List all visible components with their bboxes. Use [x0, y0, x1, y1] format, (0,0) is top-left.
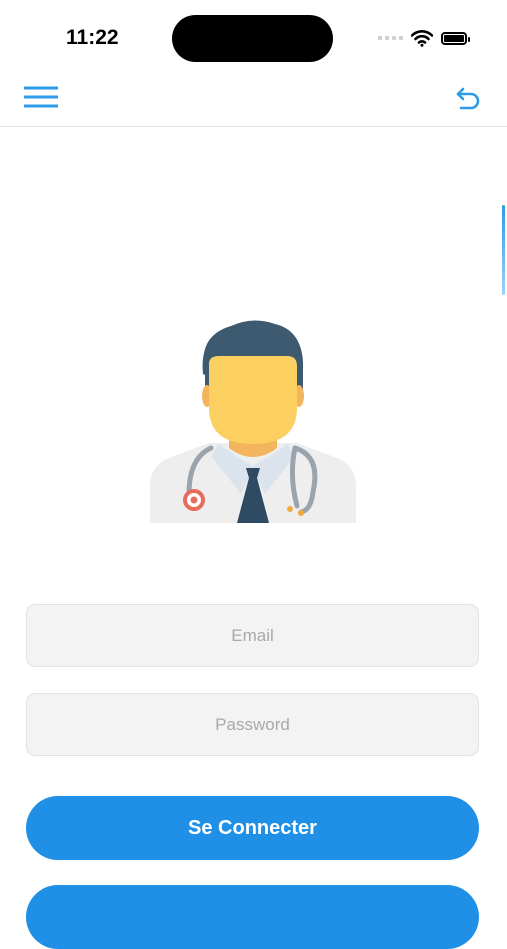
status-bar: 11:22	[0, 0, 507, 75]
undo-arrow-icon[interactable]	[454, 85, 482, 111]
dynamic-island	[172, 15, 333, 62]
status-time: 11:22	[66, 26, 119, 49]
email-field[interactable]	[26, 604, 479, 667]
nav-bar	[0, 75, 507, 127]
login-button[interactable]: Se Connecter	[26, 796, 479, 860]
wifi-icon	[411, 29, 433, 47]
status-icons	[378, 28, 470, 48]
battery-icon	[441, 31, 470, 45]
hamburger-menu-icon[interactable]	[24, 85, 58, 111]
password-field[interactable]	[26, 693, 479, 756]
cellular-signal-icon	[378, 36, 403, 40]
doctor-avatar-icon	[150, 320, 356, 523]
scroll-indicator	[502, 205, 505, 295]
secondary-button[interactable]	[26, 885, 479, 949]
